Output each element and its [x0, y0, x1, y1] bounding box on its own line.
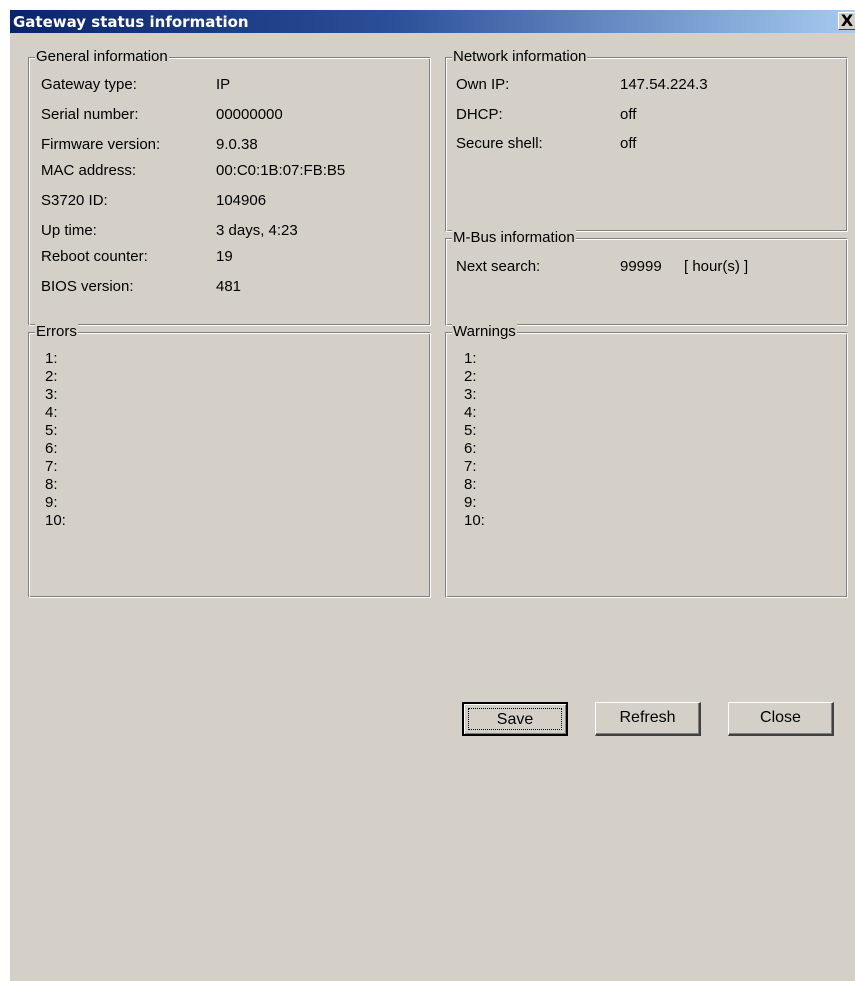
reboot-counter-label: Reboot counter:: [41, 248, 148, 265]
error-line: 7:: [45, 458, 58, 475]
general-information-legend: General information: [35, 48, 169, 65]
error-line: 1:: [45, 350, 58, 367]
title-bar[interactable]: Gateway status information X: [10, 10, 855, 33]
bios-version-value: 481: [216, 278, 242, 295]
general-information-group: General information Gateway type: IP Ser…: [28, 49, 431, 326]
firmware-version-value: 9.0.38: [216, 136, 258, 153]
warning-line: 10:: [464, 512, 485, 529]
error-line: 8:: [45, 476, 58, 493]
warning-line: 5:: [464, 422, 477, 439]
mac-address-value: 00:C0:1B:07:FB:B5: [216, 162, 346, 179]
own-ip-label: Own IP:: [456, 76, 510, 93]
dhcp-value: off: [620, 106, 637, 123]
warnings-group: Warnings 1: 2: 3: 4: 5: 6: 7: 8: 9: 10:: [445, 324, 848, 598]
window-title: Gateway status information: [13, 13, 249, 31]
firmware-version-label: Firmware version:: [41, 136, 161, 153]
error-line: 6:: [45, 440, 58, 457]
error-line: 10:: [45, 512, 66, 529]
network-information-legend: Network information: [452, 48, 588, 65]
next-search-label: Next search:: [456, 258, 541, 275]
refresh-button[interactable]: Refresh: [595, 702, 701, 736]
close-icon[interactable]: X: [838, 12, 855, 30]
serial-number-label: Serial number:: [41, 106, 139, 123]
warning-line: 6:: [464, 440, 477, 457]
gateway-type-label: Gateway type:: [41, 76, 137, 93]
close-button[interactable]: Close: [728, 702, 834, 736]
gateway-status-dialog: Gateway status information X General inf…: [10, 10, 855, 981]
save-button-label: Save: [468, 708, 562, 730]
error-line: 4:: [45, 404, 58, 421]
gateway-type-value: IP: [216, 76, 231, 93]
error-line: 3:: [45, 386, 58, 403]
up-time-value: 3 days, 4:23: [216, 222, 298, 239]
secure-shell-value: off: [620, 135, 637, 152]
next-search-unit: [ hour(s) ]: [684, 258, 749, 275]
mbus-information-group: M-Bus information Next search: 99999 [ h…: [445, 230, 848, 326]
error-line: 9:: [45, 494, 58, 511]
reboot-counter-value: 19: [216, 248, 233, 265]
warning-line: 3:: [464, 386, 477, 403]
s3720-id-label: S3720 ID:: [41, 192, 108, 209]
bios-version-label: BIOS version:: [41, 278, 134, 295]
warning-line: 7:: [464, 458, 477, 475]
warning-line: 8:: [464, 476, 477, 493]
warning-line: 2:: [464, 368, 477, 385]
warnings-legend: Warnings: [452, 323, 517, 340]
error-line: 5:: [45, 422, 58, 439]
save-button[interactable]: Save: [462, 702, 568, 736]
network-information-group: Network information Own IP: 147.54.224.3…: [445, 49, 848, 232]
up-time-label: Up time:: [41, 222, 97, 239]
mac-address-label: MAC address:: [41, 162, 137, 179]
own-ip-value: 147.54.224.3: [620, 76, 708, 93]
errors-legend: Errors: [35, 323, 78, 340]
mbus-information-legend: M-Bus information: [452, 229, 576, 246]
next-search-value: 99999: [620, 258, 662, 275]
s3720-id-value: 104906: [216, 192, 267, 209]
dhcp-label: DHCP:: [456, 106, 503, 123]
errors-group: Errors 1: 2: 3: 4: 5: 6: 7: 8: 9: 10:: [28, 324, 431, 598]
serial-number-value: 00000000: [216, 106, 283, 123]
warning-line: 4:: [464, 404, 477, 421]
warning-line: 1:: [464, 350, 477, 367]
secure-shell-label: Secure shell:: [456, 135, 543, 152]
error-line: 2:: [45, 368, 58, 385]
warning-line: 9:: [464, 494, 477, 511]
